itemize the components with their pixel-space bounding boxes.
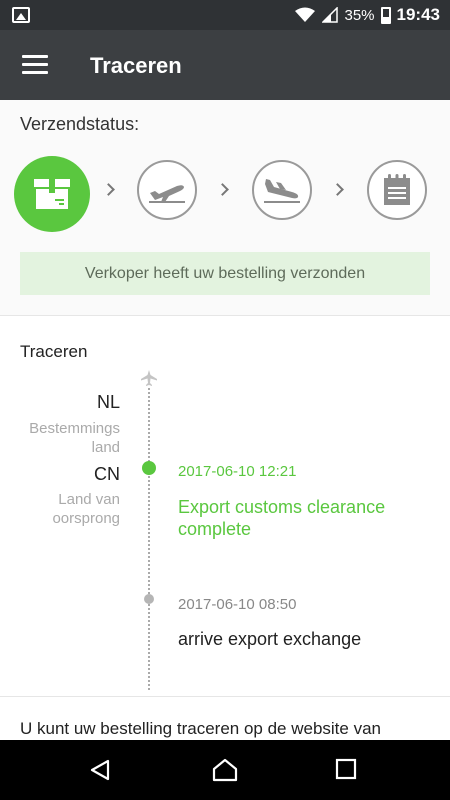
step-shipped	[14, 156, 90, 232]
status-bar-right: 35% 19:43	[294, 0, 440, 30]
step-arrived	[252, 160, 312, 220]
timeline-dot-past	[144, 594, 154, 604]
timeline-dot-current	[142, 461, 156, 475]
plane-icon	[141, 370, 157, 386]
step-departed	[137, 160, 197, 220]
clock: 19:43	[396, 5, 440, 24]
destination-label: Bestemmings land	[29, 420, 120, 456]
back-icon[interactable]	[88, 758, 112, 782]
delivered-notepad-icon	[384, 174, 410, 205]
tracking-heading: Traceren	[20, 342, 88, 361]
app-bar: Traceren	[0, 30, 450, 100]
package-icon	[34, 179, 70, 209]
origin-code: CN	[94, 464, 120, 484]
plane-takeoff-icon	[149, 185, 185, 203]
status-bar: 35% 19:43	[0, 0, 450, 30]
event-description: Export customs clearance complete	[178, 497, 386, 539]
shipment-status-label: Verzendstatus:	[20, 114, 140, 134]
tracking-info-text: U kunt uw bestelling traceren op de webs…	[20, 719, 381, 738]
hamburger-menu-icon[interactable]	[22, 55, 48, 75]
status-message: Verkoper heeft uw bestelling verzonden	[20, 252, 430, 295]
tracking-section: Traceren NL Bestemmings land CN Land van…	[0, 316, 450, 696]
plane-landing-icon	[264, 179, 300, 203]
event-time: 2017-06-10 08:50	[178, 596, 297, 613]
recents-icon[interactable]	[335, 758, 357, 780]
destination-code: NL	[96, 392, 120, 412]
wifi-icon	[295, 7, 316, 22]
origin-label: Land van oorsprong	[52, 491, 120, 527]
destination-country: NL Bestemmings land	[20, 392, 120, 457]
chevron-right-icon	[102, 183, 115, 196]
image-icon	[12, 7, 30, 23]
shipment-status-section: Verzendstatus: Verkoper heeft uw bestell…	[0, 100, 450, 316]
page-title: Traceren	[90, 53, 182, 78]
signal-icon	[322, 7, 339, 23]
event-time: 2017-06-10 12:21	[178, 463, 297, 480]
navigation-bar	[0, 740, 450, 800]
timeline-line	[148, 388, 150, 690]
battery-percent: 35%	[344, 6, 375, 24]
home-icon[interactable]	[211, 758, 239, 782]
battery-icon	[380, 6, 391, 24]
chevron-right-icon	[216, 183, 229, 196]
step-delivered	[367, 160, 427, 220]
event-description: arrive export exchange	[178, 629, 362, 649]
chevron-right-icon	[331, 183, 344, 196]
origin-country: CN Land van oorsprong	[30, 464, 120, 528]
tracking-info-section: U kunt uw bestelling traceren op de webs…	[0, 696, 450, 740]
